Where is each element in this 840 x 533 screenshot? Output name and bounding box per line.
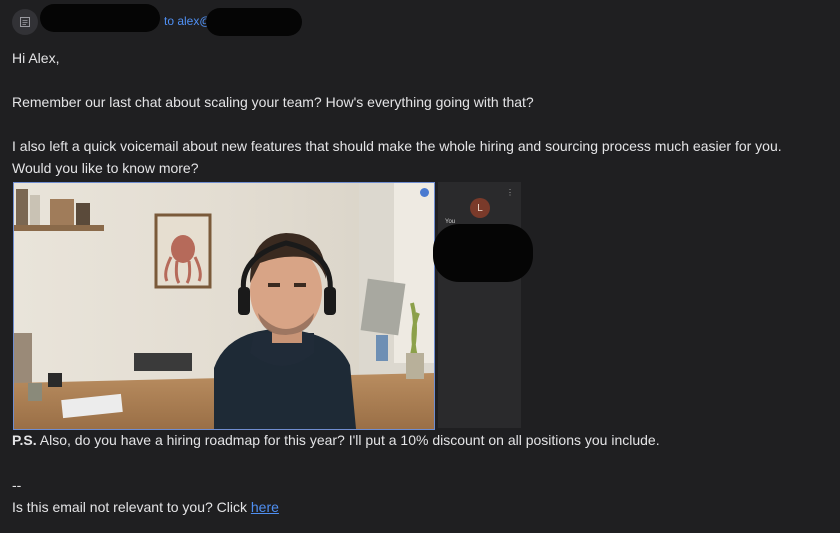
- more-options-icon[interactable]: ⋮: [506, 188, 514, 197]
- participant-tile: ⋮ L You: [438, 182, 521, 428]
- unsubscribe-text: Is this email not relevant to you? Click: [12, 499, 251, 515]
- redacted-recipient-address: [206, 8, 302, 36]
- ps-text: Also, do you have a hiring roadmap for t…: [36, 432, 660, 448]
- redacted-participant-name: [433, 224, 533, 282]
- email-paragraph-2-line-2: Would you like to know more?: [12, 160, 199, 176]
- redacted-sender-name: [40, 4, 160, 32]
- unsubscribe-line: Is this email not relevant to you? Click…: [12, 496, 279, 518]
- video-scene-image: [14, 183, 434, 429]
- email-paragraph-1: Remember our last chat about scaling you…: [12, 94, 534, 110]
- participant-avatar: L: [470, 198, 490, 218]
- email-paragraph-2-line-1: I also left a quick voicemail about new …: [12, 138, 782, 154]
- unsubscribe-link[interactable]: here: [251, 499, 279, 515]
- email-greeting: Hi Alex,: [12, 50, 60, 66]
- document-icon[interactable]: [12, 9, 38, 35]
- pin-icon[interactable]: [420, 188, 429, 197]
- recipient-label: to alex@: [164, 14, 212, 28]
- video-main-frame[interactable]: [13, 182, 435, 430]
- ps-line: P.S. Also, do you have a hiring roadmap …: [12, 429, 660, 451]
- signature-separator: --: [12, 477, 22, 493]
- ps-label: P.S.: [12, 432, 37, 448]
- voicemail-video-thumbnail[interactable]: ⋮ L You: [13, 182, 533, 430]
